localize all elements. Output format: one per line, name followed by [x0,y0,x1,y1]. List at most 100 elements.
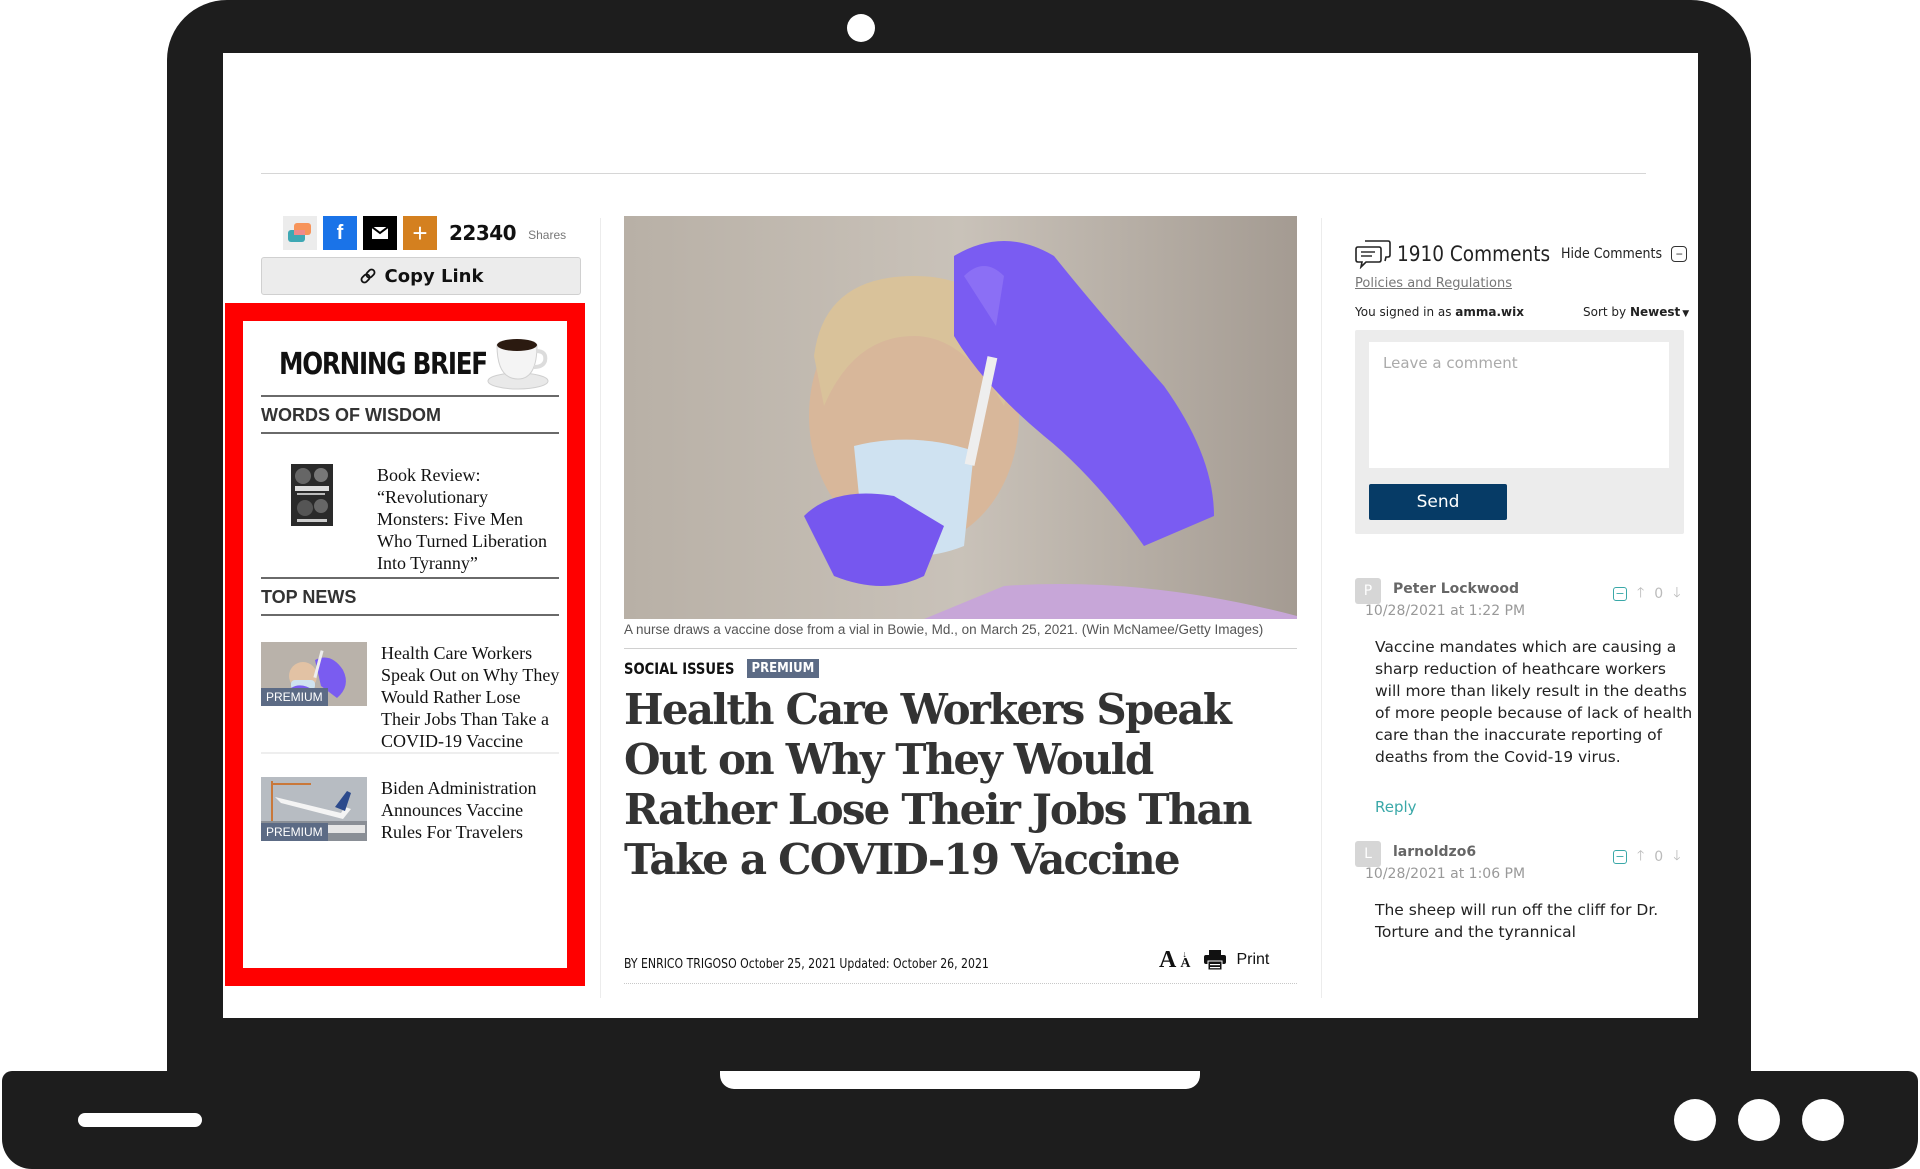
laptop-dot [1738,1099,1780,1141]
laptop-dot [1674,1099,1716,1141]
nurse-thumbnail: PREMIUM [261,642,367,706]
downvote-icon[interactable]: 🡓 [1673,582,1680,606]
reply-link[interactable]: Reply [1375,798,1417,816]
brief-item[interactable]: PREMIUM Health Care Workers Speak Out on… [261,642,561,752]
comments-icon [1355,240,1391,269]
nurse-vaccine-photo [624,216,1297,619]
font-large-icon: A [1159,947,1177,973]
comment-item: P Peter Lockwood 10/28/2021 at 1:22 PM −… [1355,578,1695,816]
comment-input[interactable] [1369,342,1669,468]
premium-badge: PREMIUM [261,688,328,706]
brief-item-title[interactable]: Book Review: “Revolutionary Monsters: Fi… [377,464,547,574]
premium-badge: PREMIUM [261,823,328,841]
collapse-comment-icon[interactable]: − [1613,850,1627,864]
section-title-top-news: TOP NEWS [261,587,357,607]
share-multi-button[interactable] [283,216,317,250]
brief-item[interactable]: Book Review: “Revolutionary Monsters: Fi… [261,464,561,574]
comment-author[interactable]: larnoldzo6 [1393,844,1476,860]
brief-item-title[interactable]: Health Care Workers Speak Out on Why The… [381,642,561,752]
plus-icon: + [412,217,428,248]
share-label: Shares [528,228,567,242]
caret-down-icon: ▼ [1682,309,1690,319]
section-title-words-of-wisdom: WORDS OF WISDOM [261,405,441,425]
arrow-down-icon: ↓ [1182,949,1187,959]
sort-prefix: Sort by [1583,305,1630,319]
policies-link[interactable]: Policies and Regulations [1355,276,1512,291]
comment-body: The sheep will run off the cliff for Dr.… [1375,901,1659,941]
print-label: Print [1236,951,1270,968]
byline-divider [624,983,1297,984]
downvote-icon[interactable]: 🡓 [1673,845,1680,869]
comment-author[interactable]: Peter Lockwood [1393,581,1519,597]
category-link[interactable]: SOCIAL ISSUES [624,659,734,678]
facebook-share-button[interactable]: f [323,216,357,250]
laptop-dot [1802,1099,1844,1141]
image-caption: A nurse draws a vaccine dose from a vial… [624,622,1264,637]
comment-date: 10/28/2021 at 1:06 PM [1365,866,1526,882]
section-divider [261,577,559,579]
laptop-trackpad-notch [720,1071,1200,1089]
facebook-icon: f [336,221,344,244]
comment-votes: − 🡑 0 🡓 [1613,582,1680,606]
column-divider [1321,218,1322,998]
signed-in-prefix: You signed in as [1355,305,1456,319]
caption-divider [624,648,1297,649]
comments-count: 1910 Comments [1397,242,1551,266]
vote-count: 0 [1654,849,1664,865]
sort-value: Newest [1629,305,1681,319]
coffee-cup-icon [487,339,549,390]
font-size-button[interactable]: A ↓ A [1159,947,1191,973]
book-cover-image [291,464,333,526]
signed-in-status: You signed in as amma.wix [1355,305,1524,319]
avatar[interactable]: L [1355,841,1381,867]
collapse-comment-icon[interactable]: − [1613,587,1627,601]
article-hero-image [624,216,1297,619]
vote-count: 0 [1654,586,1664,602]
share-bar: f + 22340 Shares [283,216,566,250]
more-share-button[interactable]: + [403,216,437,250]
comment-body: Vaccine mandates which are causing a sha… [1375,638,1693,766]
morning-brief-title: MORNING BRIEF [279,347,488,382]
camera-icon [847,14,875,42]
upvote-icon[interactable]: 🡑 [1637,845,1644,869]
section-divider [261,395,559,397]
morning-brief-widget: MORNING BRIEF WORDS OF WISDOM Book Revie… [243,321,567,968]
comment-item: L larnoldzo6 10/28/2021 at 1:06 PM − 🡑 0… [1355,841,1695,961]
print-button[interactable]: Print [1204,950,1269,970]
laptop-slot [78,1113,202,1127]
collapse-comments-icon[interactable]: − [1671,246,1688,262]
book-cover-thumbnail [291,464,333,526]
copy-link-button[interactable]: Copy Link [261,257,581,295]
header-divider [261,173,1646,174]
comment-votes: − 🡑 0 🡓 [1613,845,1680,869]
brief-item-title[interactable]: Biden Administration Announces Vaccine R… [381,777,561,843]
font-small-icon: ↓ A [1180,949,1191,971]
comments-header: 1910 Comments Hide Comments − [1355,239,1688,269]
brief-item[interactable]: PREMIUM Biden Administration Announces V… [261,777,561,843]
column-divider [600,218,601,998]
email-share-button[interactable] [363,216,397,250]
send-button[interactable]: Send [1369,484,1507,520]
comment-date: 10/28/2021 at 1:22 PM [1365,603,1526,619]
printer-icon [1204,950,1227,970]
article-byline: BY ENRICO TRIGOSO October 25, 2021 Updat… [624,957,989,972]
copy-link-label: Copy Link [384,265,484,287]
premium-badge: PREMIUM [746,659,819,678]
share-count: 22340 [449,221,517,245]
sort-dropdown[interactable]: Sort by Newest ▼ [1583,305,1689,319]
article-headline: Health Care Workers Speak Out on Why The… [624,685,1253,884]
envelope-icon [372,227,388,239]
link-icon [360,268,375,284]
section-divider [261,614,559,616]
browser-screen: f + 22340 Shares Copy Link MORNING BRIEF [223,53,1698,1018]
upvote-icon[interactable]: 🡑 [1637,582,1644,606]
item-divider [261,752,559,754]
airplane-thumbnail: PREMIUM [261,777,367,841]
avatar[interactable]: P [1355,578,1381,604]
hide-comments-link[interactable]: Hide Comments [1561,246,1662,262]
article-kicker: SOCIAL ISSUES PREMIUM [624,659,826,678]
username: amma.wix [1455,305,1524,319]
comment-composer: Send [1355,330,1684,534]
article-tools: A ↓ A Print [1159,947,1269,973]
section-divider [261,432,559,434]
